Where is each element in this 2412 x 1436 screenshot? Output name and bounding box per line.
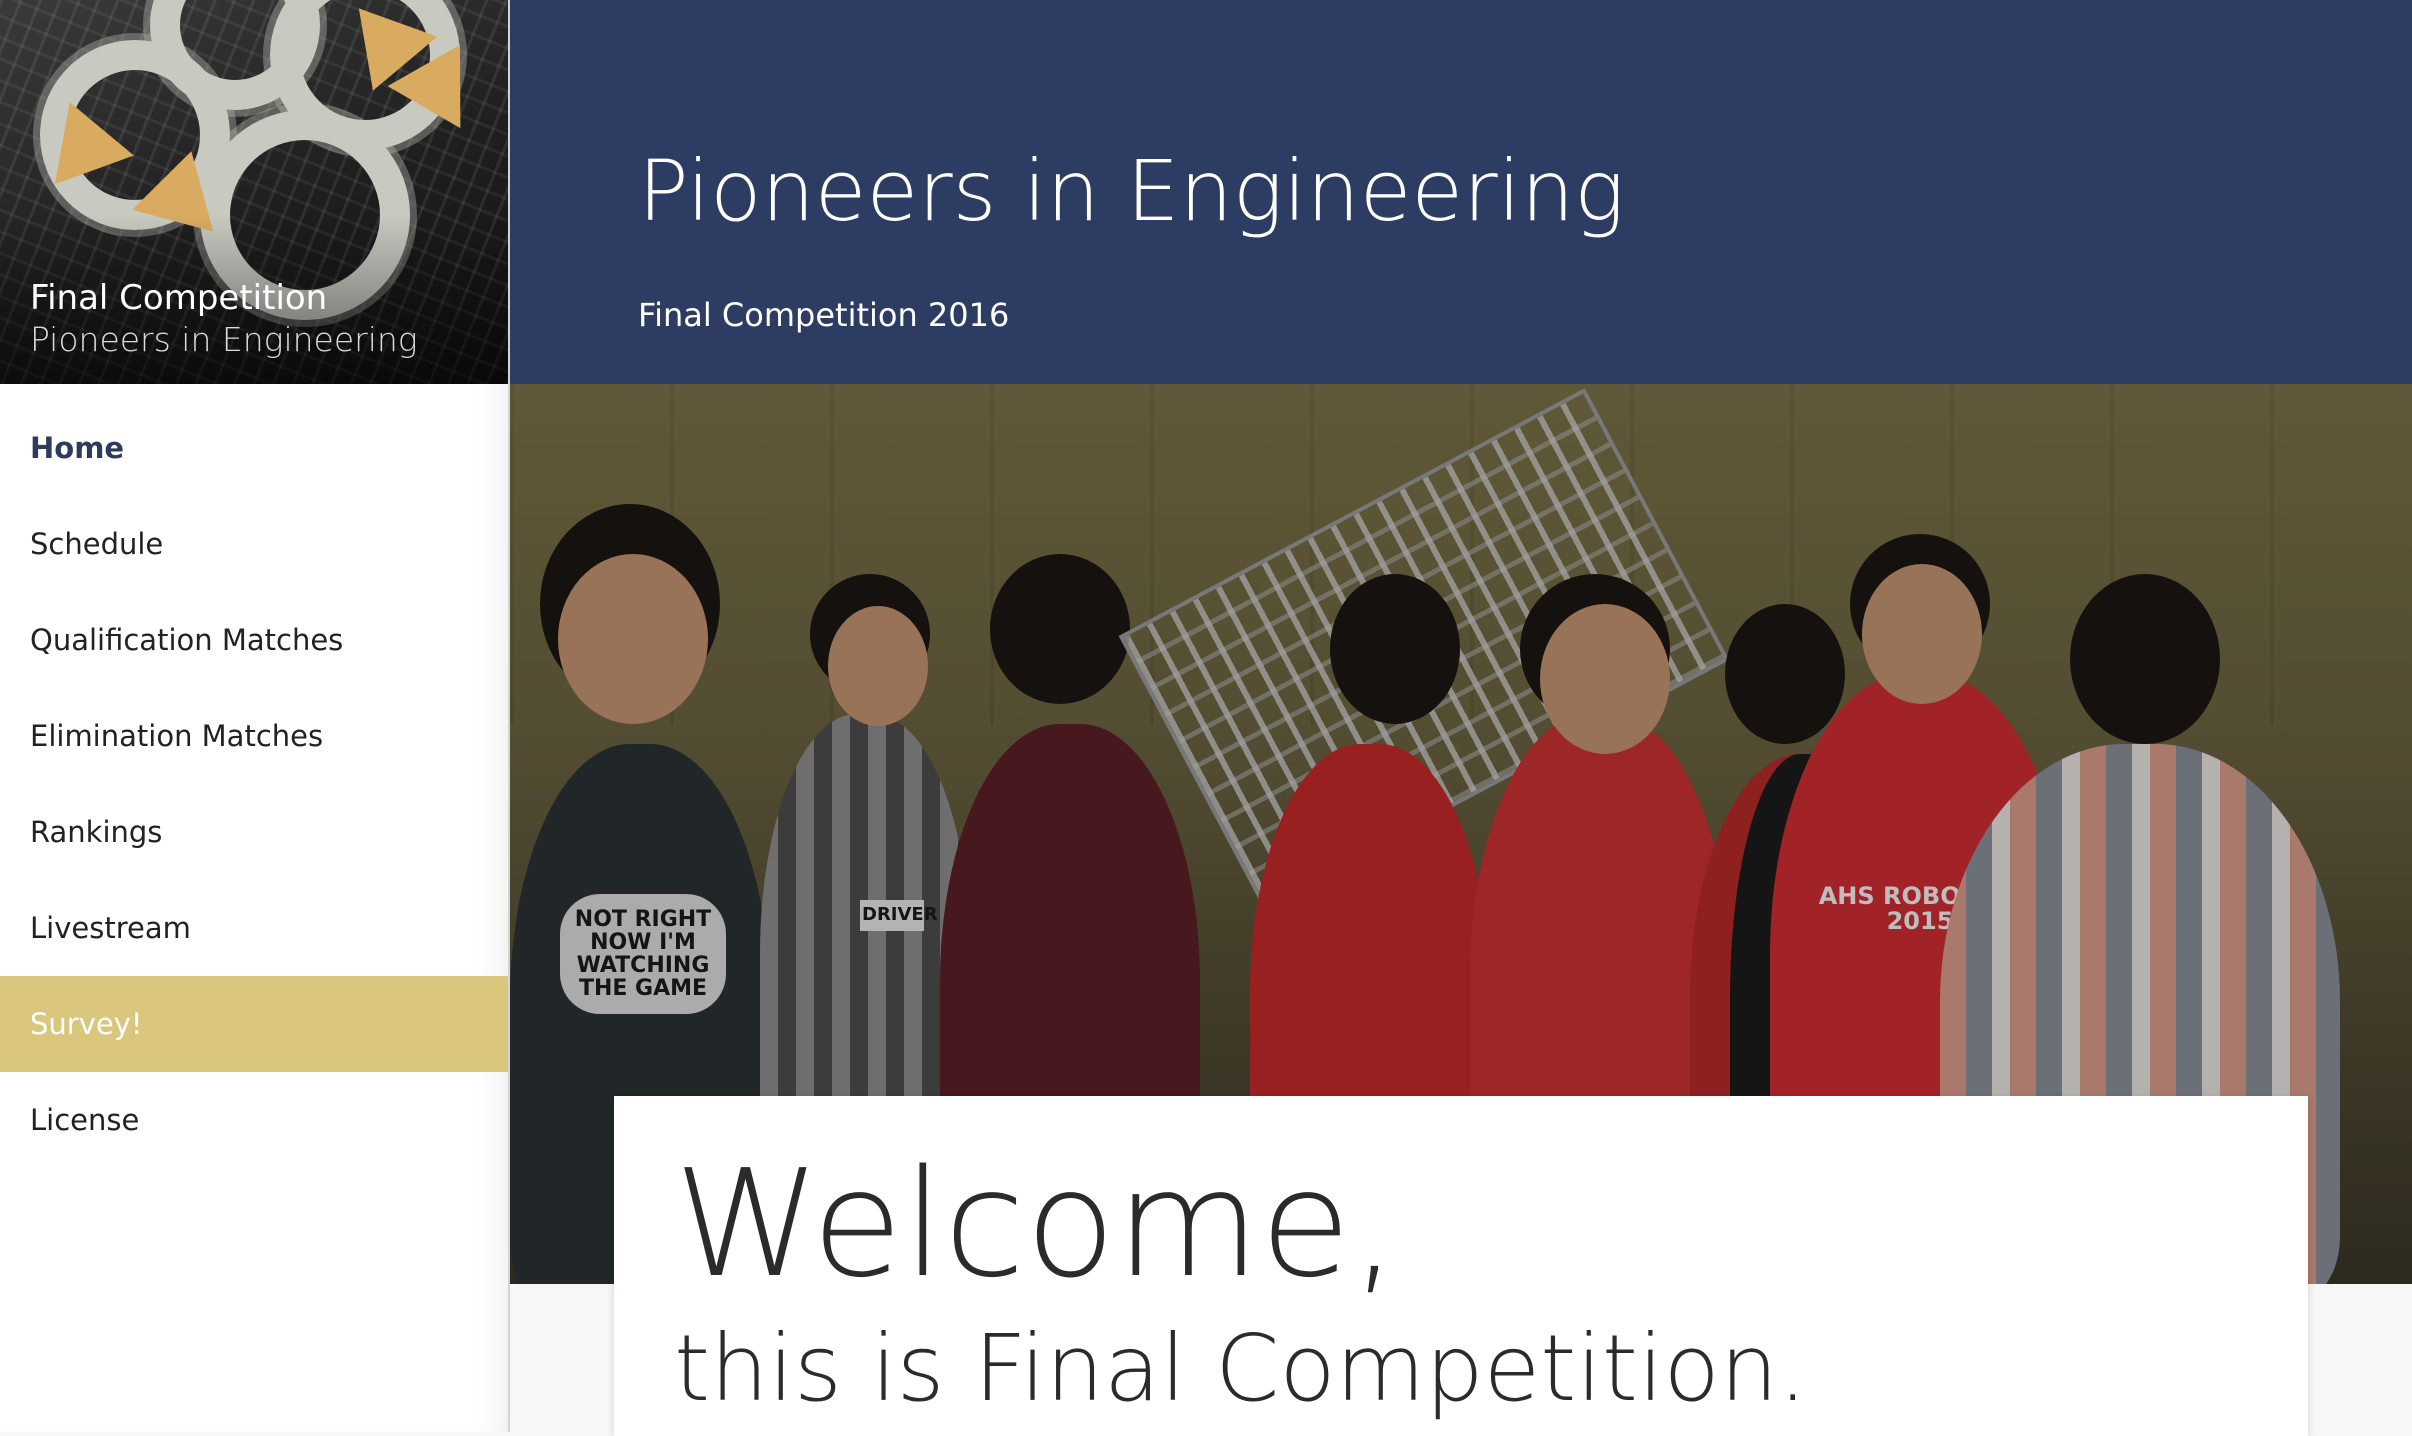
sidebar-nav: Home Schedule Qualification Matches Elim… — [0, 400, 508, 1168]
nav-item-qualification-matches[interactable]: Qualification Matches — [0, 592, 508, 688]
welcome-subheading: this is Final Competition. — [674, 1315, 1808, 1422]
nav-item-survey[interactable]: Survey! — [0, 976, 508, 1072]
welcome-card: Welcome, this is Final Competition. — [614, 1096, 2308, 1436]
welcome-heading: Welcome, — [674, 1138, 1399, 1310]
nav-item-schedule[interactable]: Schedule — [0, 496, 508, 592]
page-subtitle: Final Competition 2016 — [638, 296, 1010, 334]
brand-subtitle: Pioneers in Engineering — [30, 320, 418, 359]
page-title: Pioneers in Engineering — [638, 142, 1625, 240]
sidebar-header-image: Final Competition Pioneers in Engineerin… — [0, 0, 508, 384]
nav-item-elimination-matches[interactable]: Elimination Matches — [0, 688, 508, 784]
nav-item-rankings[interactable]: Rankings — [0, 784, 508, 880]
brand[interactable]: Final Competition Pioneers in Engineerin… — [30, 276, 418, 360]
nav-item-license[interactable]: License — [0, 1072, 508, 1168]
sidebar: Final Competition Pioneers in Engineerin… — [0, 0, 510, 1432]
page-banner: Pioneers in Engineering Final Competitio… — [510, 0, 2412, 384]
brand-title: Final Competition — [30, 278, 328, 318]
nav-item-livestream[interactable]: Livestream — [0, 880, 508, 976]
nav-item-home[interactable]: Home — [0, 400, 508, 496]
